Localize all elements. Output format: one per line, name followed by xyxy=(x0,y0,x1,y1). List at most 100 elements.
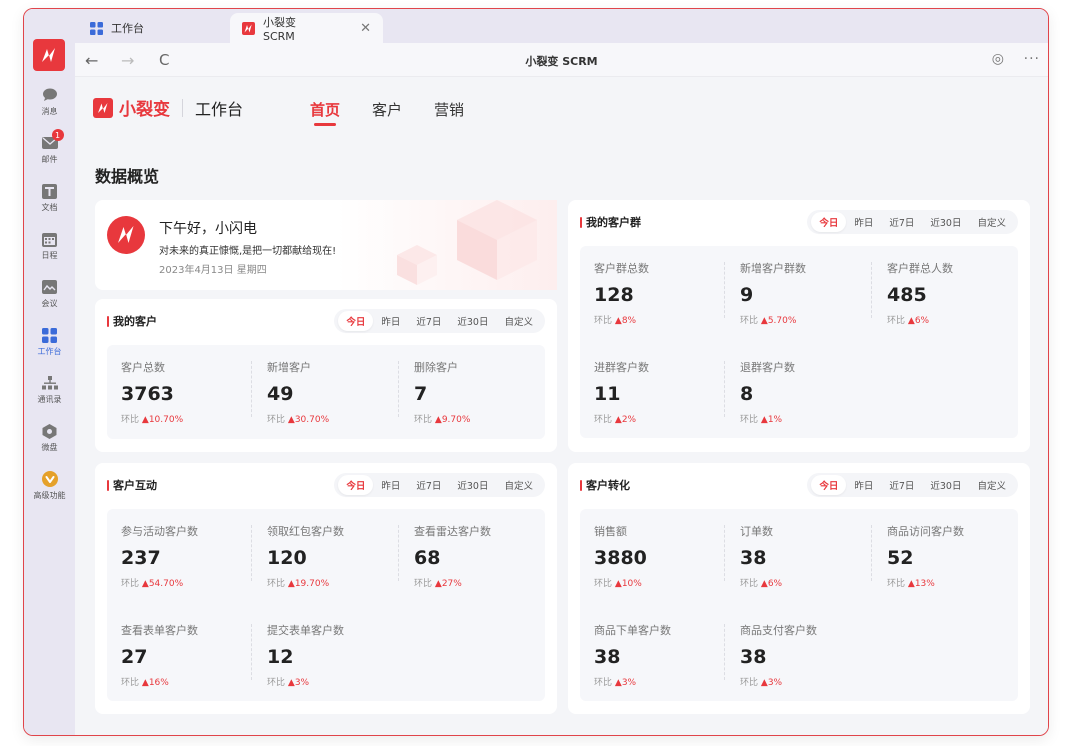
range-yesterday[interactable]: 昨日 xyxy=(846,212,881,232)
divider xyxy=(398,525,399,581)
range-custom[interactable]: 自定义 xyxy=(969,475,1014,495)
range-today[interactable]: 今日 xyxy=(338,311,374,331)
rail-item-docs[interactable]: 文档 xyxy=(24,183,75,213)
avatar xyxy=(107,216,145,254)
drive-icon xyxy=(42,423,58,439)
brand-logo-icon xyxy=(93,97,113,118)
divider xyxy=(724,624,725,680)
divider xyxy=(871,525,872,581)
range-custom[interactable]: 自定义 xyxy=(496,475,541,495)
range-custom[interactable]: 自定义 xyxy=(969,212,1014,232)
rail-item-messages[interactable]: 消息 xyxy=(24,87,75,117)
divider xyxy=(724,525,725,581)
stats-panel: 参与活动客户数 237 环比 ▲54.70% 领取红包客户数 120 环比 ▲1… xyxy=(107,509,545,701)
range-yesterday[interactable]: 昨日 xyxy=(373,475,408,495)
range-30d[interactable]: 近30日 xyxy=(449,475,496,495)
stat-form-submitters: 提交表单客户数 12 环比 ▲3% xyxy=(267,624,344,688)
rail-item-premium[interactable]: 高级功能 xyxy=(24,471,75,501)
stat-group-joined: 进群客户数 11 环比 ▲2% xyxy=(594,361,649,425)
range-today[interactable]: 今日 xyxy=(811,475,847,495)
range-7d[interactable]: 近7日 xyxy=(881,212,922,232)
range-7d[interactable]: 近7日 xyxy=(408,475,449,495)
stat-product-visitors: 商品访问客户数 52 环比 ▲13% xyxy=(887,525,964,589)
rail-item-workbench[interactable]: 工作台 xyxy=(24,327,75,357)
customer-conversion-card: 客户转化 今日 昨日 近7日 近30日 自定义 销售额 3880 环比 ▲10%… xyxy=(568,463,1030,714)
nav-home[interactable]: 首页 xyxy=(310,99,340,120)
app-logo[interactable] xyxy=(33,39,65,71)
range-30d[interactable]: 近30日 xyxy=(449,311,496,331)
grid-icon xyxy=(89,21,103,35)
divider xyxy=(251,361,252,417)
rail-item-meetings[interactable]: 会议 xyxy=(24,279,75,309)
chat-icon xyxy=(42,87,58,103)
page-title: 小裂变 SCRM xyxy=(525,55,598,68)
card-title: 客户互动 xyxy=(107,477,157,493)
range-30d[interactable]: 近30日 xyxy=(922,475,969,495)
nav-marketing[interactable]: 营销 xyxy=(434,99,464,120)
card-title: 我的客户群 xyxy=(580,214,641,230)
stat-total-customers: 客户总数 3763 环比 ▲10.70% xyxy=(121,361,184,425)
range-30d[interactable]: 近30日 xyxy=(922,212,969,232)
stat-deleted-customers: 删除客户 7 环比 ▲9.70% xyxy=(414,361,471,425)
range-custom[interactable]: 自定义 xyxy=(496,311,541,331)
premium-icon xyxy=(41,471,58,487)
brand-subtitle: 工作台 xyxy=(195,99,244,119)
divider xyxy=(251,525,252,581)
nav-customers[interactable]: 客户 xyxy=(372,99,402,120)
range-7d[interactable]: 近7日 xyxy=(881,475,922,495)
stat-activity-participants: 参与活动客户数 237 环比 ▲54.70% xyxy=(121,525,198,589)
my-customers-card: 我的客户 今日 昨日 近7日 近30日 自定义 客户总数 3763 环比 ▲10… xyxy=(95,299,557,452)
date-range-selector: 今日 昨日 近7日 近30日 自定义 xyxy=(807,473,1018,497)
customer-interaction-card: 客户互动 今日 昨日 近7日 近30日 自定义 参与活动客户数 237 环比 ▲… xyxy=(95,463,557,714)
close-icon[interactable]: ✕ xyxy=(360,21,371,36)
calendar-icon xyxy=(42,231,58,247)
nav-active-indicator xyxy=(314,123,336,126)
divider xyxy=(398,361,399,417)
rail-item-contacts[interactable]: 通讯录 xyxy=(24,375,75,405)
date-range-selector: 今日 昨日 近7日 近30日 自定义 xyxy=(334,473,545,497)
stats-panel: 客户群总数 128 环比 ▲8% 新增客户群数 9 环比 ▲5.70% 客户群总… xyxy=(580,246,1018,438)
range-today[interactable]: 今日 xyxy=(338,475,374,495)
brand-icon xyxy=(242,21,255,35)
stat-new-customers: 新增客户 49 环比 ▲30.70% xyxy=(267,361,330,425)
stat-group-new: 新增客户群数 9 环比 ▲5.70% xyxy=(740,262,806,326)
tab-scrm[interactable]: 小裂变SCRM ✕ xyxy=(230,13,383,43)
card-title: 我的客户 xyxy=(107,313,157,329)
rail-label: 通讯录 xyxy=(37,395,62,404)
address-bar: ← → C 小裂变 SCRM ◎ ··· xyxy=(75,43,1048,77)
section-title: 数据概览 xyxy=(95,167,160,186)
rail-item-calendar[interactable]: 日程 xyxy=(24,231,75,261)
date-range-selector: 今日 昨日 近7日 近30日 自定义 xyxy=(334,309,545,333)
main-content: 小裂变 工作台 首页 客户 营销 数据概览 下午好，小闪电 对未来的真正慷慨,是… xyxy=(75,77,1048,735)
divider xyxy=(724,361,725,417)
stats-panel: 客户总数 3763 环比 ▲10.70% 新增客户 49 环比 ▲30.70% … xyxy=(107,345,545,439)
more-icon[interactable]: ··· xyxy=(1024,51,1040,67)
meeting-icon xyxy=(42,279,58,295)
mail-icon: 1 xyxy=(41,129,64,151)
tab-label: 小裂变SCRM xyxy=(263,15,296,43)
divider xyxy=(251,624,252,680)
stat-group-members: 客户群总人数 485 环比 ▲6% xyxy=(887,262,953,326)
range-today[interactable]: 今日 xyxy=(811,212,847,232)
divider xyxy=(182,98,183,117)
range-yesterday[interactable]: 昨日 xyxy=(373,311,408,331)
stat-orders: 订单数 38 环比 ▲6% xyxy=(740,525,783,589)
rail-label: 高级功能 xyxy=(33,491,66,500)
workbench-icon xyxy=(42,327,58,343)
rail-item-mail[interactable]: 1 邮件 xyxy=(24,129,75,165)
app-window: 消息 1 邮件 文档 日程 会议 工作台 通讯录 微盘 高级功能 工作台 小裂变… xyxy=(23,8,1049,736)
greeting-decoration xyxy=(337,200,557,290)
stat-form-viewers: 查看表单客户数 27 环比 ▲16% xyxy=(121,624,198,688)
stat-group-total: 客户群总数 128 环比 ▲8% xyxy=(594,262,649,326)
tab-bar: 工作台 小裂变SCRM ✕ xyxy=(75,9,1048,43)
range-yesterday[interactable]: 昨日 xyxy=(846,475,881,495)
tab-workbench[interactable]: 工作台 xyxy=(77,13,156,43)
doc-icon xyxy=(42,183,58,199)
card-title: 客户转化 xyxy=(580,477,630,493)
rail-label: 工作台 xyxy=(37,347,62,356)
rail-item-drive[interactable]: 微盘 xyxy=(24,423,75,453)
tab-label: 工作台 xyxy=(111,22,144,35)
range-7d[interactable]: 近7日 xyxy=(408,311,449,331)
settings-icon[interactable]: ◎ xyxy=(992,51,1004,67)
stat-radar-viewers: 查看雷达客户数 68 环比 ▲27% xyxy=(414,525,491,589)
